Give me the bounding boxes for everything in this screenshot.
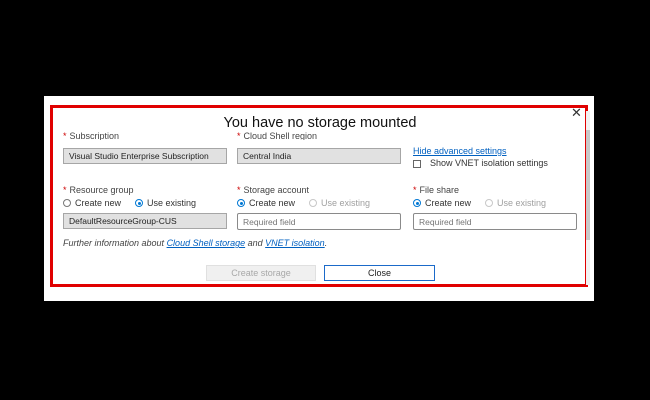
file-share-create-new-option[interactable]: Create new: [413, 198, 471, 208]
file-share-input[interactable]: [413, 213, 577, 230]
file-share-radios: Create new Use existing: [413, 198, 560, 208]
resource-group-use-existing-option[interactable]: Use existing: [135, 198, 196, 208]
resource-group-label: * Resource group: [63, 185, 134, 195]
radio-create-new[interactable]: [63, 199, 71, 207]
radio-create-new[interactable]: [237, 199, 245, 207]
storage-account-label: * Storage account: [237, 185, 310, 195]
storage-account-use-existing-option[interactable]: Use existing: [309, 198, 370, 208]
vnet-isolation-option: Show VNET isolation settings: [413, 158, 548, 168]
vnet-isolation-link[interactable]: VNET isolation: [265, 238, 325, 248]
storage-account-radios: Create new Use existing: [237, 198, 384, 208]
close-button[interactable]: Close: [324, 265, 435, 281]
subscription-label: * Subscription: [63, 131, 120, 140]
dialog-title: You have no storage mounted: [223, 115, 417, 131]
cloud-shell-storage-link[interactable]: Cloud Shell storage: [167, 238, 246, 248]
vnet-isolation-label: Show VNET isolation settings: [430, 158, 548, 168]
resource-group-field[interactable]: DefaultResourceGroup-CUS: [63, 213, 227, 229]
info-text: Further information about Cloud Shell st…: [63, 238, 328, 248]
storage-account-create-new-option[interactable]: Create new: [237, 198, 295, 208]
close-icon[interactable]: ✕: [571, 106, 582, 120]
region-label: * Cloud Shell region: [237, 131, 318, 140]
subscription-field[interactable]: Visual Studio Enterprise Subscription: [63, 148, 227, 164]
radio-use-existing[interactable]: [485, 199, 494, 207]
radio-create-new[interactable]: [413, 199, 421, 207]
storage-account-input[interactable]: [237, 213, 401, 230]
radio-use-existing[interactable]: [135, 199, 144, 207]
scrollbar-thumb[interactable]: [586, 130, 590, 240]
file-share-label: * File share: [413, 185, 460, 195]
radio-use-existing[interactable]: [309, 199, 318, 207]
create-storage-button[interactable]: Create storage: [206, 265, 316, 281]
hide-advanced-settings-link[interactable]: Hide advanced settings: [413, 146, 507, 156]
vnet-isolation-checkbox[interactable]: [413, 160, 421, 168]
region-field[interactable]: Central India: [237, 148, 401, 164]
file-share-use-existing-option[interactable]: Use existing: [485, 198, 546, 208]
resource-group-create-new-option[interactable]: Create new: [63, 198, 121, 208]
resource-group-radios: Create new Use existing: [63, 198, 210, 208]
